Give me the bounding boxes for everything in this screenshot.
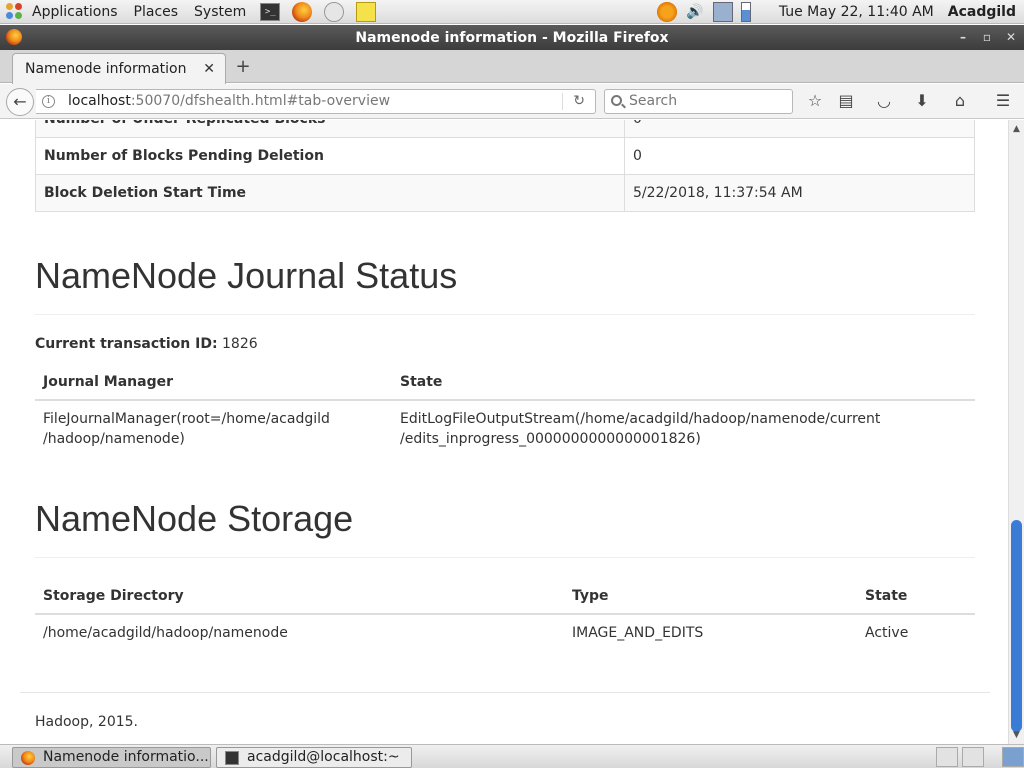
minimize-icon[interactable]: – [955, 29, 971, 45]
window-title-bar[interactable]: Namenode information - Mozilla Firefox –… [0, 25, 1024, 50]
taskbar-label: acadgild@localhost:~ [247, 749, 400, 765]
home-icon[interactable]: ⌂ [950, 91, 970, 111]
section-divider [35, 557, 975, 558]
tab-strip: Namenode information ✕ + [0, 50, 1024, 84]
firefox-icon [21, 751, 35, 765]
summary-key: Number of Under-Replicated Blocks [35, 120, 625, 138]
taskbar-terminal-window[interactable]: acadgild@localhost:~ [216, 747, 412, 768]
close-window-icon[interactable]: ✕ [1003, 29, 1019, 45]
summary-key: Number of Blocks Pending Deletion [35, 137, 625, 175]
system-menu[interactable]: System [186, 4, 254, 20]
column-header: State [392, 365, 975, 401]
table-row: Number of Under-Replicated Blocks 0 [35, 120, 975, 138]
places-menu[interactable]: Places [126, 4, 187, 20]
table-header-row: Storage Directory Type State [35, 579, 975, 615]
pocket-icon[interactable]: ◡ [874, 91, 894, 111]
journal-state-cell: EditLogFileOutputStream(/home/acadgild/h… [392, 400, 975, 457]
bookmark-star-icon[interactable]: ☆ [805, 91, 825, 111]
summary-value: 0 [624, 137, 975, 175]
storage-table: Storage Directory Type State /home/acadg… [35, 579, 975, 651]
workspace-switcher-icon[interactable] [1002, 747, 1024, 767]
journal-table: Journal Manager State FileJournalManager… [35, 365, 975, 457]
journal-state-line: EditLogFileOutputStream(/home/acadgild/h… [400, 411, 881, 427]
summary-value: 5/22/2018, 11:37:54 AM [624, 174, 975, 212]
column-header: State [857, 579, 975, 615]
url-bar[interactable]: i localhost:50070/dfshealth.html#tab-ove… [36, 89, 596, 114]
url-divider [562, 93, 563, 110]
current-transaction-id: Current transaction ID: 1826 [35, 336, 258, 352]
page-content: Number of Under-Replicated Blocks 0 Numb… [0, 120, 1008, 744]
applications-menu[interactable]: Applications [24, 4, 126, 20]
url-host: localhost [68, 93, 131, 109]
battery-icon[interactable] [740, 1, 751, 22]
txid-label: Current transaction ID: [35, 336, 218, 352]
vertical-scrollbar[interactable]: ▲ ▼ [1008, 120, 1024, 744]
clock[interactable]: Tue May 22, 11:40 AM [779, 4, 934, 20]
site-info-icon[interactable]: i [42, 95, 55, 108]
column-header: Storage Directory [35, 579, 564, 615]
tab-label: Namenode information [25, 61, 187, 77]
journal-state-line: /edits_inprogress_0000000000000001826) [400, 431, 701, 447]
update-notifier-icon[interactable] [656, 1, 677, 22]
menu-icon[interactable]: ☰ [993, 91, 1013, 111]
firefox-window-icon [6, 29, 22, 45]
txid-value: 1826 [222, 336, 258, 352]
url-path: :50070/dfshealth.html#tab-overview [130, 93, 391, 109]
table-row: FileJournalManager(root=/home/acadgild /… [35, 400, 975, 457]
search-icon [611, 95, 622, 106]
section-divider [35, 314, 975, 315]
summary-key: Block Deletion Start Time [35, 174, 625, 212]
user-menu[interactable]: Acadgild [948, 4, 1016, 20]
scroll-down-icon[interactable]: ▼ [1009, 728, 1024, 742]
window-title: Namenode information - Mozilla Firefox [355, 29, 669, 46]
notes-launcher-icon[interactable] [356, 1, 377, 22]
journal-manager-line: /hadoop/namenode) [43, 431, 185, 447]
terminal-launcher-icon[interactable]: >_ [260, 2, 281, 21]
downloads-icon[interactable]: ⬇ [912, 91, 932, 111]
volume-icon[interactable]: 🔊 [685, 2, 705, 22]
search-input[interactable]: Search [604, 89, 793, 114]
storage-type-cell: IMAGE_AND_EDITS [572, 625, 704, 641]
tab-namenode-information[interactable]: Namenode information ✕ [12, 53, 226, 84]
top-panel: Applications Places System >_ 🔊 Tue May … [0, 0, 1024, 24]
taskbar-label: Namenode informatio... [43, 749, 209, 765]
summary-table: Number of Under-Replicated Blocks 0 Numb… [35, 120, 975, 212]
table-row: Number of Blocks Pending Deletion 0 [35, 137, 975, 175]
gnome-foot-icon [6, 2, 24, 21]
taskbar-firefox-window[interactable]: Namenode informatio... [12, 747, 211, 768]
workspace-empty[interactable] [962, 747, 984, 767]
new-tab-icon[interactable]: + [234, 58, 252, 76]
terminal-icon [225, 751, 239, 765]
search-placeholder: Search [629, 93, 678, 109]
table-row: Block Deletion Start Time 5/22/2018, 11:… [35, 174, 975, 212]
maximize-icon[interactable]: ▫ [979, 29, 995, 45]
storage-dir-cell: /home/acadgild/hadoop/namenode [43, 625, 288, 641]
tab-close-icon[interactable]: ✕ [203, 61, 215, 77]
journal-status-heading: NameNode Journal Status [35, 255, 458, 296]
navigation-bar: ← i localhost:50070/dfshealth.html#tab-o… [0, 84, 1024, 119]
journal-manager-line: FileJournalManager(root=/home/acadgild [43, 411, 330, 427]
page-footer: Hadoop, 2015. [35, 714, 138, 730]
bookmarks-library-icon[interactable]: ▤ [836, 91, 856, 111]
storage-heading: NameNode Storage [35, 498, 354, 539]
footer-divider [20, 692, 990, 693]
scroll-thumb[interactable] [1011, 520, 1022, 732]
back-button[interactable]: ← [6, 88, 34, 116]
summary-value: 0 [624, 120, 975, 138]
bottom-taskbar: Namenode informatio... acadgild@localhos… [0, 744, 1024, 768]
table-header-row: Journal Manager State [35, 365, 975, 401]
table-row: /home/acadgild/hadoop/namenode IMAGE_AND… [35, 614, 975, 651]
reload-icon[interactable]: ↻ [573, 90, 585, 113]
storage-state-cell: Active [865, 625, 909, 641]
network-icon[interactable] [712, 1, 733, 22]
column-header: Type [564, 579, 857, 615]
workspace-firefox-icon[interactable] [936, 747, 958, 767]
column-header: Journal Manager [35, 365, 392, 401]
mail-launcher-icon[interactable] [324, 1, 345, 22]
scroll-up-icon[interactable]: ▲ [1009, 122, 1024, 136]
firefox-launcher-icon[interactable] [292, 1, 313, 22]
journal-manager-cell: FileJournalManager(root=/home/acadgild /… [35, 400, 392, 457]
